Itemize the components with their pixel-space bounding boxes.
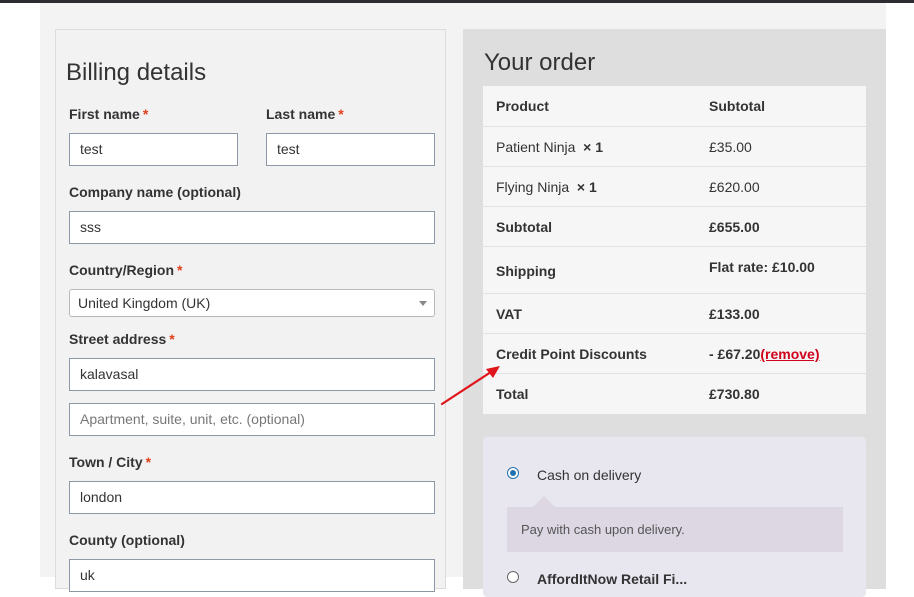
- product-column-header: Product: [496, 98, 549, 114]
- required-mark: *: [338, 106, 344, 122]
- discount-label: Credit Point Discounts: [496, 346, 647, 362]
- vat-label: VAT: [496, 306, 522, 322]
- product-price: £35.00: [709, 139, 752, 155]
- country-select-value: United Kingdom (UK): [78, 295, 211, 311]
- product-name: Flying Ninja: [496, 179, 570, 195]
- shipping-row: Shipping Flat rate: £10.00: [483, 247, 866, 294]
- street-address-input[interactable]: kalavasal: [69, 358, 435, 391]
- cod-description: Pay with cash upon delivery.: [521, 522, 685, 537]
- product-name: Patient Ninja: [496, 139, 576, 155]
- vat-value: £133.00: [709, 306, 760, 322]
- total-value: £730.80: [709, 386, 760, 402]
- cod-radio[interactable]: [507, 467, 519, 479]
- product-quantity: × 1: [576, 179, 597, 195]
- product-price: £620.00: [709, 179, 760, 195]
- total-row: Total £730.80: [483, 374, 866, 414]
- product-quantity: × 1: [583, 139, 604, 155]
- shipping-value: Flat rate: £10.00: [709, 259, 815, 275]
- country-select[interactable]: United Kingdom (UK): [69, 289, 435, 317]
- first-name-label: First name *: [69, 106, 149, 122]
- required-mark: *: [169, 331, 175, 347]
- cod-label[interactable]: Cash on delivery: [537, 467, 641, 483]
- first-name-input[interactable]: test: [69, 133, 238, 166]
- vat-row: VAT £133.00: [483, 294, 866, 334]
- apartment-input[interactable]: Apartment, suite, unit, etc. (optional): [69, 403, 435, 436]
- discount-row: Credit Point Discounts - £67.20(remove): [483, 334, 866, 374]
- table-row: Patient Ninja × 1 £35.00: [483, 127, 866, 167]
- payment-methods: Cash on delivery Pay with cash upon deli…: [483, 437, 866, 597]
- country-label: Country/Region *: [69, 262, 183, 278]
- billing-section: Billing details First name * Last name * t…: [55, 29, 446, 592]
- subtotal-column-header: Subtotal: [709, 98, 765, 114]
- last-name-label: Last name *: [266, 106, 344, 122]
- afforditnow-radio[interactable]: [507, 571, 519, 583]
- annotation-arrow-icon: [440, 366, 500, 406]
- subtotal-label: Subtotal: [496, 219, 552, 235]
- chevron-down-icon: [419, 301, 427, 306]
- afforditnow-label[interactable]: AffordItNow Retail Fi...: [537, 571, 687, 587]
- remove-discount-link[interactable]: (remove): [760, 346, 819, 362]
- county-label: County (optional): [69, 532, 185, 548]
- company-input[interactable]: sss: [69, 211, 435, 244]
- table-row: Flying Ninja × 1 £620.00: [483, 167, 866, 207]
- order-table: Product Subtotal Patient Ninja × 1 £35.0…: [483, 86, 866, 414]
- billing-title: Billing details: [66, 59, 207, 86]
- order-title: Your order: [484, 49, 596, 76]
- street-label: Street address *: [69, 331, 175, 347]
- town-label: Town / City *: [69, 454, 152, 470]
- shipping-label: Shipping: [496, 263, 556, 279]
- required-mark: *: [142, 106, 149, 122]
- discount-value: - £67.20: [709, 346, 761, 362]
- order-table-header: Product Subtotal: [483, 86, 866, 127]
- required-mark: *: [145, 454, 152, 470]
- required-mark: *: [177, 262, 183, 278]
- last-name-input[interactable]: test: [266, 133, 435, 166]
- town-input[interactable]: london: [69, 481, 435, 514]
- subtotal-row: Subtotal £655.00: [483, 207, 866, 247]
- county-input[interactable]: uk: [69, 559, 435, 592]
- order-section: Your order Product Subtotal Patient Ninj…: [463, 29, 886, 597]
- subtotal-value: £655.00: [709, 219, 760, 235]
- cod-description-box: Pay with cash upon delivery.: [507, 496, 843, 552]
- company-label: Company name (optional): [69, 184, 241, 200]
